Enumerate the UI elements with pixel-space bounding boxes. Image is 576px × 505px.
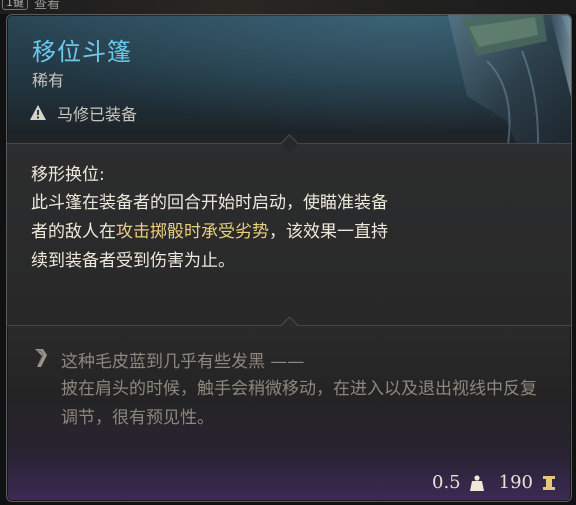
weight-value: 0.5 bbox=[432, 472, 461, 493]
flavor-text: 披在肩头的时候，触手会稍微移动，在进入以及退出视线中反复调节，很有预见性。 bbox=[61, 379, 537, 428]
flavor-first-line: 这种毛皮蓝到几乎有些发黑 —— bbox=[61, 352, 305, 372]
ability-title: 移形换位: bbox=[31, 165, 105, 185]
top-strip: 1键 查看 bbox=[0, 0, 576, 14]
item-tooltip: 移位斗篷 稀有 马修已装备 移形换位: 此斗篷在装备者的回合开始时启动，使瞄准装… bbox=[6, 14, 572, 502]
equipped-label: 马修已装备 bbox=[57, 105, 138, 124]
tooltip-stage: 1键 查看 移位斗篷 稀有 马修已装备 移形换位: 此斗篷在装备者的回合开始时启… bbox=[0, 0, 576, 505]
flavor-section: 这种毛皮蓝到几乎有些发黑 —— 披在肩头的时候，触手会稍微移动，在进入以及退出视… bbox=[7, 327, 571, 451]
item-name: 移位斗篷 bbox=[32, 38, 132, 66]
equipped-status: 马修已装备 bbox=[29, 101, 137, 125]
gold-icon bbox=[543, 475, 555, 490]
key-hint: 1键 查看 bbox=[2, 0, 61, 12]
ability-section: 移形换位: 此斗篷在装备者的回合开始时启动，使瞄准装备者的敌人在攻击掷骰时承受劣… bbox=[7, 143, 571, 325]
weight-icon bbox=[469, 474, 484, 491]
key-cap: 1键 bbox=[2, 0, 28, 10]
item-footer: 0.5 190 bbox=[432, 472, 557, 493]
item-rarity: 稀有 bbox=[32, 71, 65, 90]
key-hint-label: 查看 bbox=[34, 0, 61, 12]
quill-icon bbox=[35, 349, 47, 367]
warning-icon bbox=[30, 105, 46, 120]
ability-keyword[interactable]: 攻击掷骰时承受劣势 bbox=[116, 222, 269, 242]
gold-value: 190 bbox=[498, 472, 533, 493]
ability-description: 此斗篷在装备者的回合开始时启动，使瞄准装备者的敌人在攻击掷骰时承受劣势，该效果一… bbox=[31, 189, 401, 276]
